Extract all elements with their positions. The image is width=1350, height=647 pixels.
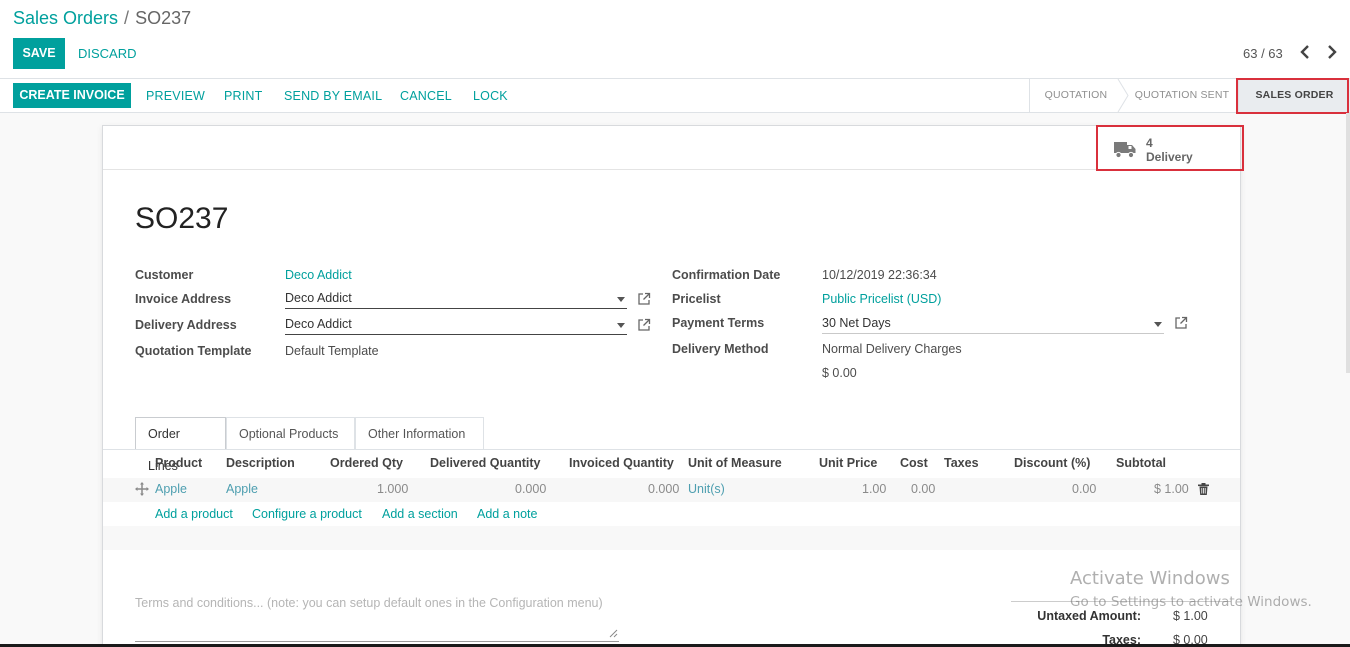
activation-watermark-title: Activate Windows	[1070, 568, 1230, 589]
row-description[interactable]: Apple	[226, 482, 258, 496]
row-subtotal: $ 1.00	[1154, 482, 1189, 496]
breadcrumb-sales-orders[interactable]: Sales Orders	[13, 8, 118, 28]
create-invoice-button[interactable]: CREATE INVOICE	[13, 83, 131, 108]
external-link-icon[interactable]	[1174, 316, 1188, 330]
customer-label: Customer	[135, 268, 194, 282]
tab-optional-products[interactable]: Optional Products	[226, 417, 355, 450]
column-header-uom[interactable]: Unit of Measure	[688, 456, 782, 470]
resize-handle-icon[interactable]	[608, 628, 618, 638]
delivery-method-label: Delivery Method	[672, 342, 769, 356]
confirmation-date-label: Confirmation Date	[672, 268, 781, 282]
quotation-template-label: Quotation Template	[135, 344, 252, 358]
pricelist-link[interactable]: Public Pricelist (USD)	[822, 292, 941, 306]
breadcrumb: Sales Orders / SO237	[13, 8, 191, 29]
column-header-cost[interactable]: Cost	[900, 456, 928, 470]
column-header-invoiced-qty[interactable]: Invoiced Quantity	[569, 456, 674, 470]
confirmation-date-value: 10/12/2019 22:36:34	[822, 268, 937, 282]
invoice-address-label: Invoice Address	[135, 292, 232, 306]
order-title: SO237	[135, 202, 229, 235]
column-header-subtotal[interactable]: Subtotal	[1116, 456, 1166, 470]
table-footer-band	[103, 526, 1240, 550]
trash-icon[interactable]	[1198, 483, 1209, 495]
breadcrumb-current: SO237	[135, 8, 192, 28]
delivery-method-value: Normal Delivery Charges	[822, 342, 962, 356]
column-header-unit-price[interactable]: Unit Price	[819, 456, 877, 470]
external-link-icon[interactable]	[637, 292, 651, 306]
delivery-count: 4	[1146, 136, 1153, 150]
activation-watermark-subtitle: Go to Settings to activate Windows.	[1070, 594, 1312, 610]
delivery-address-value: Deco Addict	[285, 317, 352, 331]
row-discount[interactable]: 0.00	[1072, 482, 1096, 496]
pager-value: 63 / 63	[1243, 46, 1283, 61]
action-bar: CREATE INVOICE PREVIEW PRINT SEND BY EMA…	[0, 79, 1350, 113]
quotation-template-value: Default Template	[285, 344, 379, 358]
discard-button[interactable]: DISCARD	[78, 46, 137, 61]
breadcrumb-separator: /	[124, 8, 130, 28]
delivery-address-field[interactable]: Deco Addict	[285, 315, 627, 335]
pricelist-label: Pricelist	[672, 292, 721, 306]
caret-down-icon[interactable]	[617, 323, 625, 328]
row-uom[interactable]: Unit(s)	[688, 482, 725, 496]
row-ordered-qty[interactable]: 1.000	[377, 482, 408, 496]
tab-other-information[interactable]: Other Information	[355, 417, 484, 450]
truck-icon	[1114, 142, 1136, 159]
send-by-email-button[interactable]: SEND BY EMAIL	[284, 89, 382, 103]
untaxed-amount-label: Untaxed Amount:	[1037, 609, 1141, 623]
control-panel: Sales Orders / SO237 SAVE DISCARD 63 / 63	[0, 0, 1350, 79]
tabs-divider	[103, 449, 1240, 450]
caret-down-icon[interactable]	[1154, 322, 1162, 327]
column-header-ordered-qty[interactable]: Ordered Qty	[330, 456, 403, 470]
column-header-description[interactable]: Description	[226, 456, 295, 470]
external-link-icon[interactable]	[637, 318, 651, 332]
print-button[interactable]: PRINT	[224, 89, 263, 103]
row-delivered-qty[interactable]: 0.000	[515, 482, 546, 496]
column-header-product[interactable]: Product	[155, 456, 202, 470]
add-note-link[interactable]: Add a note	[477, 507, 537, 521]
row-invoiced-qty: 0.000	[648, 482, 680, 496]
chevron-left-icon[interactable]	[1297, 42, 1313, 62]
row-unit-price[interactable]: 1.00	[862, 482, 886, 496]
delivery-address-label: Delivery Address	[135, 318, 237, 332]
status-sales-order: SALES ORDER	[1239, 79, 1350, 112]
delivery-label: Delivery	[1146, 150, 1193, 164]
lock-button[interactable]: LOCK	[473, 89, 508, 103]
smart-button-box: 4 Delivery	[103, 126, 1240, 170]
invoice-address-field[interactable]: Deco Addict	[285, 289, 627, 309]
cancel-button[interactable]: CANCEL	[400, 89, 452, 103]
column-header-discount[interactable]: Discount (%)	[1014, 456, 1090, 470]
preview-button[interactable]: PREVIEW	[146, 89, 205, 103]
configure-product-link[interactable]: Configure a product	[252, 507, 362, 521]
status-chevron-icon	[1117, 79, 1129, 112]
chevron-right-icon[interactable]	[1324, 42, 1340, 62]
status-quotation-sent[interactable]: QUOTATION SENT	[1130, 79, 1234, 112]
untaxed-amount-value: $ 1.00	[1173, 609, 1208, 623]
payment-terms-field[interactable]: 30 Net Days	[822, 314, 1164, 334]
column-header-taxes[interactable]: Taxes	[944, 456, 979, 470]
invoice-address-value: Deco Addict	[285, 291, 352, 305]
scrollbar[interactable]	[1346, 113, 1350, 373]
save-button[interactable]: SAVE	[13, 38, 65, 69]
payment-terms-value: 30 Net Days	[822, 316, 891, 330]
add-section-link[interactable]: Add a section	[382, 507, 458, 521]
caret-down-icon[interactable]	[617, 297, 625, 302]
add-product-link[interactable]: Add a product	[155, 507, 233, 521]
tab-order-lines[interactable]: Order Lines	[135, 417, 226, 473]
terms-textarea[interactable]: Terms and conditions... (note: you can s…	[135, 594, 619, 642]
row-product[interactable]: Apple	[155, 482, 187, 496]
delivery-smart-button[interactable]: 4 Delivery	[1114, 134, 1239, 168]
payment-terms-label: Payment Terms	[672, 316, 765, 330]
delivery-amount-value: $ 0.00	[822, 366, 857, 380]
row-cost[interactable]: 0.00	[911, 482, 935, 496]
drag-handle-icon[interactable]	[135, 482, 149, 496]
customer-link[interactable]: Deco Addict	[285, 268, 352, 282]
column-header-delivered-qty[interactable]: Delivered Quantity	[430, 456, 540, 470]
status-quotation[interactable]: QUOTATION	[1030, 79, 1122, 112]
